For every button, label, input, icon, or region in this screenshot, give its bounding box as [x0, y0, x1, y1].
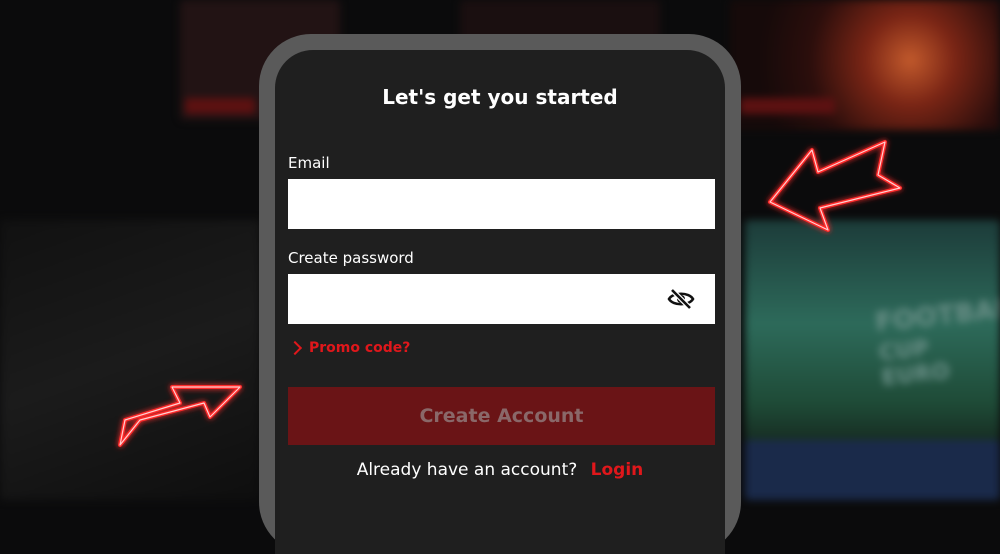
phone-frame: Let's get you started Email Create passw… [259, 34, 741, 554]
password-label: Create password [288, 249, 414, 267]
password-field[interactable] [288, 274, 715, 324]
email-field[interactable] [288, 179, 715, 229]
neon-arrow-right-icon [118, 385, 242, 447]
promo-code-label: Promo code? [309, 340, 411, 356]
login-link[interactable]: Login [591, 460, 644, 480]
already-have-account-text: Already have an account? [356, 460, 578, 480]
form-title: Let's get you started [382, 85, 618, 109]
chevron-right-icon [287, 340, 303, 356]
email-label: Email [288, 154, 330, 172]
login-prompt: Already have an account? Login [275, 460, 725, 480]
bg-button [740, 98, 835, 114]
signup-form: Let's get you started Email Create passw… [275, 50, 725, 554]
bg-button [185, 98, 255, 114]
eye-slash-icon[interactable] [667, 287, 695, 311]
promo-code-toggle[interactable]: Promo code? [287, 340, 411, 356]
bg-game-tile [745, 440, 1000, 500]
create-account-button[interactable]: Create Account [288, 387, 715, 445]
neon-arrow-left-icon [768, 140, 902, 232]
